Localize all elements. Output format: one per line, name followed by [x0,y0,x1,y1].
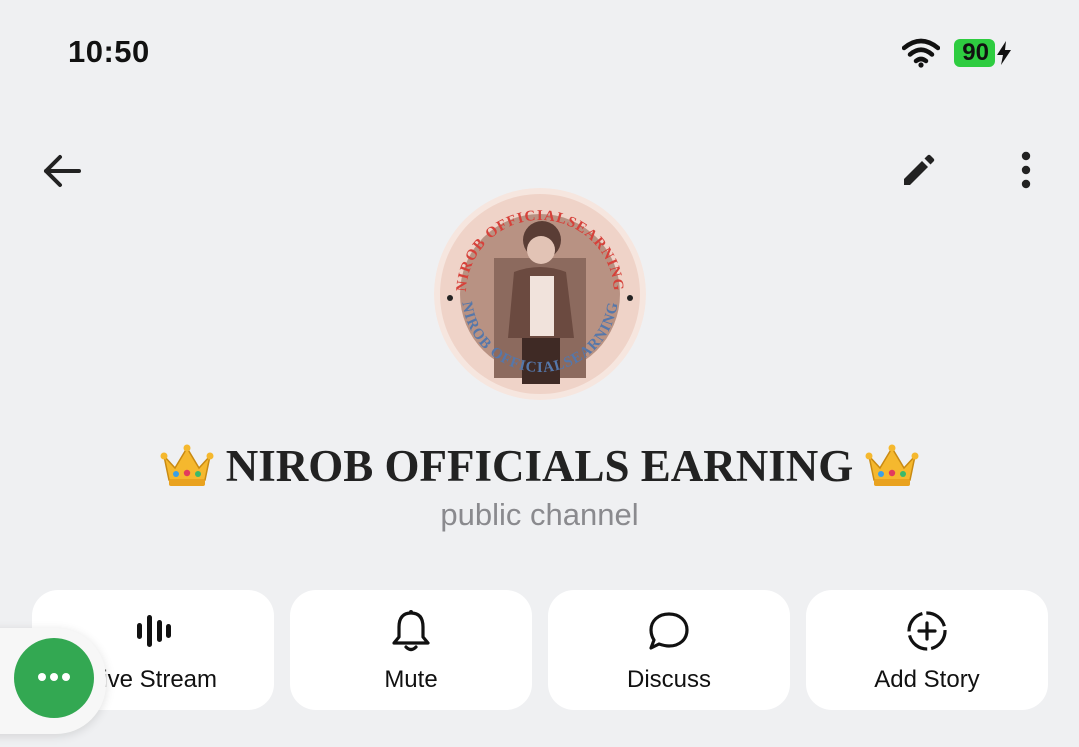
more-horizontal-icon [37,669,71,687]
live-stream-label: Live Stream [88,666,218,693]
mute-label: Mute [384,666,438,693]
battery-level: 90 [954,39,995,67]
floating-menu-button[interactable] [14,638,94,718]
wifi-icon [902,38,941,68]
crown-icon [160,444,214,488]
add-story-button[interactable]: Add Story [806,590,1048,710]
discuss-button[interactable]: Discuss [548,590,790,710]
channel-subtitle: public channel [440,497,639,532]
add-story-icon [905,610,949,652]
back-arrow-icon [41,154,81,193]
channel-title-row: NIROB OFFICIALS EARNING [0,440,1079,492]
back-button[interactable] [38,150,84,196]
crown-icon [865,444,919,488]
discuss-label: Discuss [626,666,711,693]
battery-indicator: 90 [954,39,1013,67]
status-icons: 90 [902,38,1013,68]
action-bar: Live Stream Mute Discuss Add Story [32,590,1048,710]
mute-button[interactable]: Mute [290,590,532,710]
add-story-label: Add Story [874,666,980,693]
more-vertical-icon [1020,150,1032,195]
charging-bolt-icon [995,40,1013,66]
chat-bubble-icon [647,610,691,652]
channel-avatar[interactable]: NIROB OFFICIALSEARNING NIROB OFFICIALSEA… [434,188,646,400]
live-stream-icon [133,610,173,652]
more-options-button[interactable] [1003,149,1049,195]
edit-pencil-icon [900,151,938,194]
channel-profile-screen: 10:50 90 NIROB OFFICIALSEARNING NIROB OF… [0,0,1079,747]
bell-icon [391,610,431,652]
channel-title: NIROB OFFICIALS EARNING [225,441,854,491]
status-time: 10:50 [68,34,150,69]
edit-button[interactable] [896,149,942,195]
